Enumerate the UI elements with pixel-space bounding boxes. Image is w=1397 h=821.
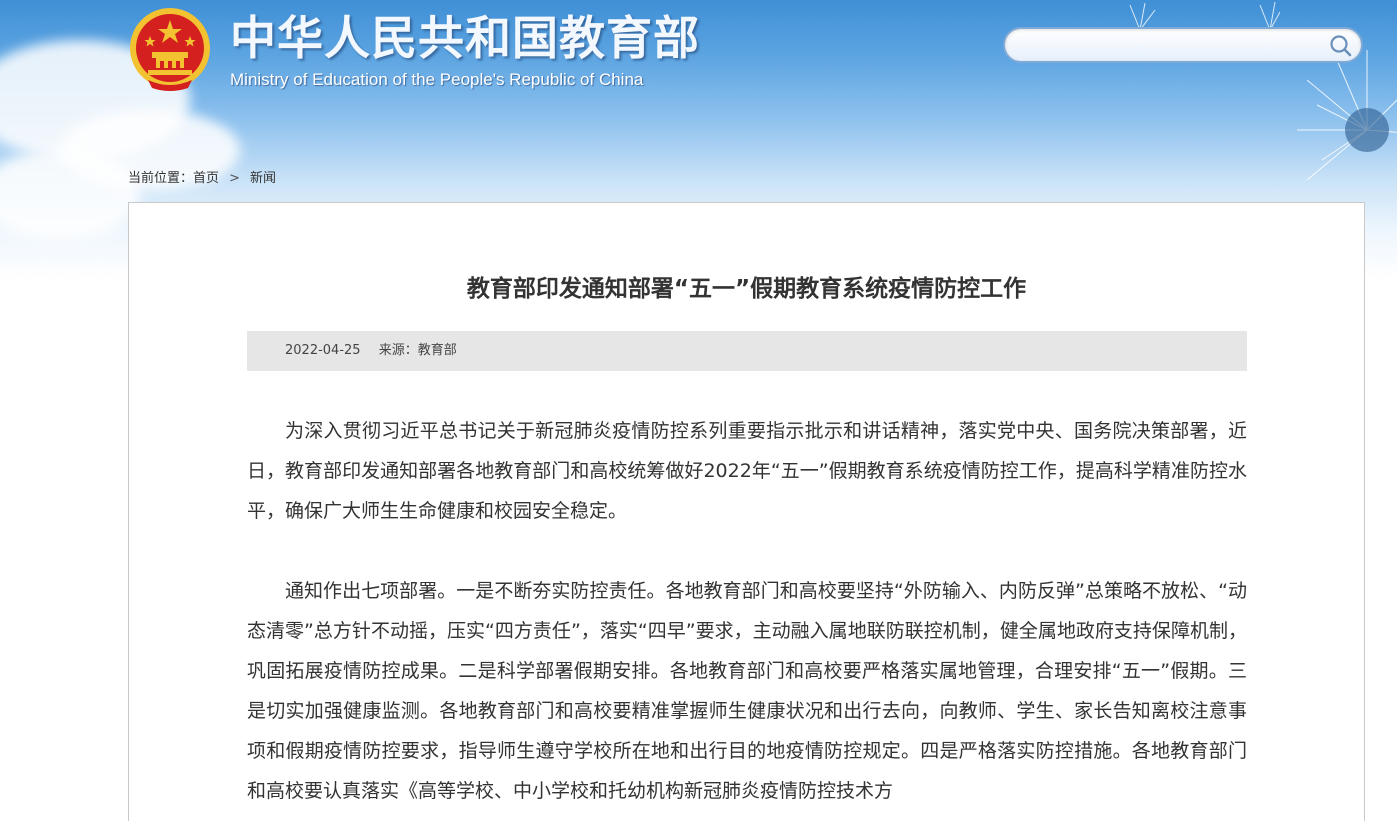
article-meta-bar: 2022-04-25 来源：教育部: [247, 331, 1247, 371]
breadcrumb: 当前位置：首页 > 新闻: [128, 167, 276, 186]
breadcrumb-prefix: 当前位置：: [128, 171, 194, 186]
article-body: 为深入贯彻习近平总书记关于新冠肺炎疫情防控系列重要指示批示和讲话精神，落实党中央…: [247, 411, 1247, 821]
article-source: 来源：教育部: [378, 343, 457, 358]
dandelion-decoration: [1297, 50, 1397, 181]
breadcrumb-home-link[interactable]: 首页: [193, 167, 219, 186]
article-paragraph: 为深入贯彻习近平总书记关于新冠肺炎疫情防控系列重要指示批示和讲话精神，落实党中央…: [247, 420, 1247, 522]
search-box: [1003, 27, 1363, 63]
article-title: 教育部印发通知部署“五一”假期教育系统疫情防控工作: [466, 276, 1027, 302]
breadcrumb-separator: >: [229, 171, 240, 186]
national-emblem-icon: [130, 8, 210, 91]
breadcrumb-news-link[interactable]: 新闻: [250, 167, 276, 186]
article-date: 2022-04-25: [285, 343, 361, 358]
search-icon[interactable]: [1327, 32, 1355, 60]
site-subtitle: Ministry of Education of the People's Re…: [230, 70, 644, 89]
article-container: 教育部印发通知部署“五一”假期教育系统疫情防控工作 2022-04-25 来源：…: [128, 202, 1365, 821]
site-title: 中华人民共和国教育部: [230, 11, 700, 65]
search-input[interactable]: [1019, 34, 1323, 58]
article-paragraph: 通知作出七项部署。一是不断夯实防控责任。各地教育部门和高校要坚持“外防输入、内防…: [247, 580, 1247, 802]
